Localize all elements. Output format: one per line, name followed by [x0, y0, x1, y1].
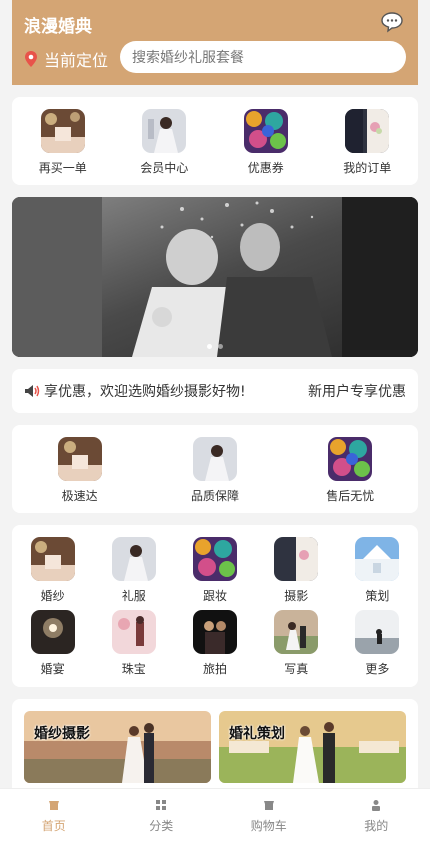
reorder-icon — [40, 109, 85, 153]
promo-photography-image — [24, 711, 211, 783]
quick-link-label: 优惠券 — [247, 161, 284, 175]
category-label: 摄影 — [284, 589, 309, 603]
quick-link-orders[interactable]: 我的订单 — [332, 109, 402, 176]
quick-link-reorder[interactable]: 再买一单 — [28, 109, 98, 176]
search-input[interactable]: 搜索婚纱礼服套餐 — [120, 41, 406, 73]
quick-link-member[interactable]: 会员中心 — [129, 109, 199, 176]
category-grid: 婚纱 礼服 跟妆 摄影 策划 婚宴 珠宝 旅拍 写真 更多 — [12, 525, 418, 687]
tab-label: 分类 — [149, 819, 174, 833]
quick-link-label: 我的订单 — [343, 161, 392, 175]
category-wedding-dress[interactable]: 婚纱 — [12, 537, 93, 610]
service-label: 售后无忧 — [326, 489, 375, 503]
service-quality[interactable]: 品质保障 — [180, 437, 250, 513]
coupon-icon — [243, 109, 288, 153]
promo-card-planning[interactable]: 婚礼策划 — [219, 711, 406, 783]
tab-label: 首页 — [41, 819, 66, 833]
promo-planning-image — [219, 711, 406, 783]
category-label: 写真 — [284, 662, 309, 676]
tab-category[interactable]: 分类 — [108, 789, 216, 844]
tab-label: 我的 — [364, 819, 389, 833]
quick-link-label: 再买一单 — [38, 161, 87, 175]
category-label: 更多 — [365, 662, 390, 676]
tab-cart[interactable]: 购物车 — [215, 789, 323, 844]
banner-dot[interactable] — [218, 344, 223, 349]
category-portrait[interactable]: 写真 — [256, 610, 337, 683]
notice-bar[interactable]: 享优惠，欢迎选购婚纱摄影好物! 新用户专享优惠 — [12, 369, 418, 413]
category-label: 策划 — [365, 589, 390, 603]
current-location[interactable]: 当前定位 — [24, 47, 108, 71]
app-title: 浪漫婚典 — [24, 17, 92, 37]
service-label: 品质保障 — [190, 489, 239, 503]
home-icon — [48, 801, 59, 810]
category-more[interactable]: 更多 — [337, 610, 418, 683]
bottom-tab-bar: 首页 分类 购物车 我的 — [0, 788, 430, 844]
category-banquet[interactable]: 婚宴 — [12, 610, 93, 683]
planning-icon — [355, 537, 400, 581]
portrait-icon — [274, 610, 319, 654]
quick-link-label: 会员中心 — [140, 161, 189, 175]
aftersale-icon — [328, 437, 373, 481]
fast-delivery-icon — [57, 437, 102, 481]
quick-link-coupon[interactable]: 优惠券 — [231, 109, 301, 176]
message-icon[interactable] — [380, 11, 406, 33]
promo-card-photography[interactable]: 婚纱摄影 — [24, 711, 211, 783]
category-gown[interactable]: 礼服 — [93, 537, 174, 610]
grid-icon — [156, 800, 167, 810]
jewelry-icon — [111, 610, 156, 654]
hero-banner[interactable] — [12, 197, 418, 357]
banner-dot-active[interactable] — [207, 344, 212, 349]
quick-links-card: 再买一单 会员中心 优惠券 我的订单 — [12, 97, 418, 185]
tab-home[interactable]: 首页 — [0, 789, 108, 844]
location-pin-icon — [25, 51, 37, 67]
travel-shoot-icon — [192, 610, 237, 654]
category-label: 跟妆 — [202, 589, 227, 603]
category-label: 珠宝 — [121, 662, 146, 676]
service-fast-delivery[interactable]: 极速达 — [45, 437, 115, 513]
notice-text: 享优惠，欢迎选购婚纱摄影好物! — [44, 384, 246, 400]
service-card: 极速达 品质保障 售后无忧 — [12, 425, 418, 513]
category-label: 礼服 — [121, 589, 146, 603]
banner-image — [12, 197, 418, 357]
wedding-dress-icon — [30, 537, 75, 581]
speaker-icon — [25, 385, 40, 397]
category-travel-shoot[interactable]: 旅拍 — [174, 610, 255, 683]
top-header: 浪漫婚典 当前定位 搜索婚纱礼服套餐 — [12, 0, 418, 85]
category-label: 旅拍 — [202, 662, 227, 676]
service-label: 极速达 — [61, 489, 98, 503]
category-makeup[interactable]: 跟妆 — [174, 537, 255, 610]
tab-profile[interactable]: 我的 — [323, 789, 430, 844]
orders-icon — [345, 109, 390, 153]
promo-title: 婚纱摄影 — [34, 726, 90, 742]
category-planning[interactable]: 策划 — [337, 537, 418, 610]
category-label: 婚宴 — [40, 662, 65, 676]
banner-pagination — [12, 344, 418, 349]
more-icon — [355, 610, 400, 654]
location-label: 当前定位 — [44, 51, 109, 70]
user-icon — [372, 800, 381, 811]
makeup-icon — [192, 537, 237, 581]
quality-icon — [192, 437, 237, 481]
cart-icon — [263, 801, 274, 810]
category-jewelry[interactable]: 珠宝 — [93, 610, 174, 683]
category-photography[interactable]: 摄影 — [256, 537, 337, 610]
member-icon — [142, 109, 187, 153]
photography-icon — [274, 537, 319, 581]
tab-label: 购物车 — [250, 819, 287, 833]
banquet-icon — [30, 610, 75, 654]
gown-icon — [111, 537, 156, 581]
service-aftersale[interactable]: 售后无忧 — [315, 437, 385, 513]
notice-right-text: 新用户专享优惠 — [308, 384, 406, 400]
category-label: 婚纱 — [40, 589, 65, 603]
promo-title: 婚礼策划 — [229, 726, 285, 742]
